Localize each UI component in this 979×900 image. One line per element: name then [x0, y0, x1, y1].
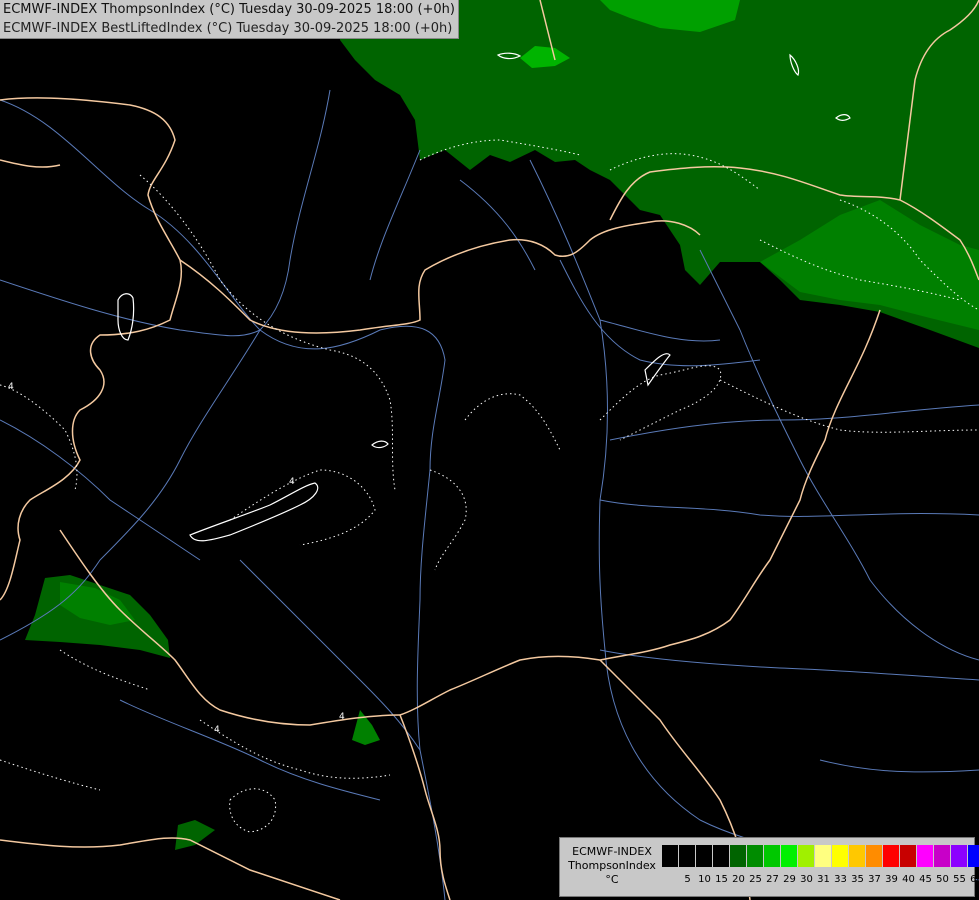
- legend-swatch: [713, 845, 730, 867]
- legend-label: ECMWF-INDEX ThompsonIndex °C: [564, 845, 660, 887]
- title-line-thompson: ECMWF-INDEX ThompsonIndex (°C) Tuesday 3…: [3, 2, 455, 17]
- legend-tick-label: 45: [919, 874, 932, 885]
- color-legend: ECMWF-INDEX ThompsonIndex °C 5 10 15 20 25 27…: [559, 837, 979, 897]
- legend-swatch: [696, 845, 713, 867]
- legend-swatch: [798, 845, 815, 867]
- legend-tick-label: 33: [834, 874, 847, 885]
- legend-tick-label: 27: [766, 874, 779, 885]
- legend-swatch: [900, 845, 917, 867]
- legend-tick-label: 30: [800, 874, 813, 885]
- legend-tick-label: 20: [732, 874, 745, 885]
- legend-swatch: [747, 845, 764, 867]
- legend-unit: °C: [605, 873, 619, 886]
- legend-swatch: [764, 845, 781, 867]
- weather-map: 4 4 4 4: [0, 0, 979, 900]
- legend-swatch: [951, 845, 968, 867]
- legend-swatch: [679, 845, 696, 867]
- legend-swatch: [866, 845, 883, 867]
- legend-tick-label: 39: [885, 874, 898, 885]
- legend-swatch: [934, 845, 951, 867]
- legend-tick-label: 5: [684, 874, 691, 885]
- legend-tick-label: 25: [749, 874, 762, 885]
- contour-label: 4: [8, 382, 14, 392]
- legend-source: ECMWF-INDEX: [572, 845, 652, 858]
- legend-tick-label: 50: [936, 874, 949, 885]
- legend-swatch: [662, 845, 679, 867]
- map-title-box: ECMWF-INDEX ThompsonIndex (°C) Tuesday 3…: [0, 0, 459, 39]
- legend-swatch: [849, 845, 866, 867]
- legend-tick-label: 37: [868, 874, 881, 885]
- legend-tick-label: 15: [715, 874, 728, 885]
- contour-label: 4: [214, 725, 220, 735]
- legend-tick-label: 29: [783, 874, 796, 885]
- legend-swatches: [662, 845, 979, 867]
- legend-tick-label: 60: [970, 874, 979, 885]
- legend-ticks: 5 10 15 20 25 27 29 30 31 33 35 37 39 40 45 50 55 60: [662, 872, 979, 888]
- legend-swatch: [917, 845, 934, 867]
- contour-label: 4: [289, 477, 295, 487]
- legend-parameter: ThompsonIndex: [568, 859, 656, 872]
- legend-swatch: [781, 845, 798, 867]
- legend-swatch: [968, 845, 979, 867]
- legend-tick-label: 55: [953, 874, 966, 885]
- legend-swatch: [730, 845, 747, 867]
- legend-swatch: [832, 845, 849, 867]
- legend-tick-label: 31: [817, 874, 830, 885]
- legend-swatch: [883, 845, 900, 867]
- legend-tick-label: 40: [902, 874, 915, 885]
- legend-tick-label: 35: [851, 874, 864, 885]
- legend-tick-label: 10: [698, 874, 711, 885]
- title-line-best-lifted: ECMWF-INDEX BestLiftedIndex (°C) Tuesday…: [3, 21, 453, 36]
- legend-swatch: [815, 845, 832, 867]
- contour-label: 4: [339, 712, 345, 722]
